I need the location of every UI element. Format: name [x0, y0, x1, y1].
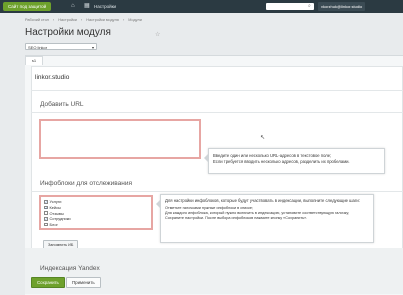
chevron-down-icon: ▾	[91, 45, 94, 50]
breadcrumb-item[interactable]: Настройки модуля	[86, 18, 119, 22]
site-select[interactable]: SEO linkor ▾	[25, 43, 97, 50]
section-title-yandex: Индексация Yandex	[40, 265, 100, 272]
infoblock-label: Блог	[49, 222, 58, 228]
breadcrumb-separator: ›	[122, 18, 125, 22]
checkbox-checked-icon[interactable]: ✓	[44, 205, 48, 210]
infoblock-item[interactable]: Блог	[44, 222, 148, 228]
checkbox-checked-icon[interactable]: ✓	[44, 217, 48, 221]
url-textarea[interactable]	[39, 119, 201, 159]
tooltip-line: Если требуется вводить несколько адресов…	[213, 159, 350, 164]
checkbox-unchecked-icon[interactable]	[44, 222, 48, 227]
grid-icon[interactable]: ▦	[84, 3, 90, 10]
checkbox-checked-icon[interactable]: ✓	[44, 200, 48, 204]
infoblock-label: Кейсы	[49, 205, 61, 211]
breadcrumb-item[interactable]: Настройки	[58, 18, 77, 22]
infoblocks-list: ✓ Услуги ✓ Кейсы Отзывы ✓ Сотрудники Блог	[39, 195, 153, 230]
divider	[31, 112, 403, 113]
infoblock-label: Сотрудники	[49, 216, 71, 222]
search-input[interactable]	[266, 3, 314, 10]
apply-button[interactable]: Применить	[66, 277, 101, 288]
url-tooltip: Введите один или несколько URL-адресов в…	[204, 148, 385, 174]
breadcrumb-item[interactable]: Рабочий стол	[25, 18, 49, 22]
infoblock-label: Отзывы	[49, 210, 64, 216]
site-protected-button[interactable]: Сайт под защитой	[3, 2, 52, 11]
infoblock-label: Услуги	[49, 199, 62, 205]
site-select-value: SEO linkor	[28, 45, 48, 50]
tooltip-step: Сохраните настройки. После выбора инфобл…	[165, 215, 308, 220]
divider	[31, 191, 403, 192]
section-title-add-url: Добавить URL	[40, 101, 84, 108]
section-title-infoblocks: Инфоблоки для отслеживания	[40, 180, 133, 187]
brand-label: linkor.studio	[35, 74, 70, 81]
tab-s1[interactable]: s1	[25, 56, 43, 65]
home-icon[interactable]: ⌂	[71, 3, 78, 10]
breadcrumb-separator: ›	[52, 18, 55, 22]
settings-menu[interactable]: Настройки	[94, 0, 116, 13]
breadcrumb: Рабочий стол › Настройки › Настройки мод…	[25, 18, 145, 22]
favorite-star-icon[interactable]: ☆	[155, 31, 160, 38]
mouse-cursor-icon: ↖	[260, 135, 266, 141]
breadcrumb-item[interactable]: Модули	[128, 18, 142, 22]
breadcrumb-separator: ›	[80, 18, 83, 22]
page-title: Настройки модуля	[25, 27, 111, 38]
user-menu[interactable]: vkorzhuk@linkor.studio	[318, 2, 366, 11]
checkbox-unchecked-icon[interactable]	[44, 211, 48, 215]
infoblocks-tooltip: Для настройки инфоблоков, которые будут …	[156, 194, 374, 243]
admin-topbar: Сайт под защитой ⌂ ▦ Настройки ⌕ vkorzhu…	[0, 0, 403, 13]
divider	[31, 90, 403, 91]
save-button[interactable]: Сохранить	[31, 277, 65, 288]
tooltip-lead: Для настройки инфоблоков, которые будут …	[165, 198, 360, 203]
search-icon[interactable]: ⌕	[308, 3, 311, 10]
